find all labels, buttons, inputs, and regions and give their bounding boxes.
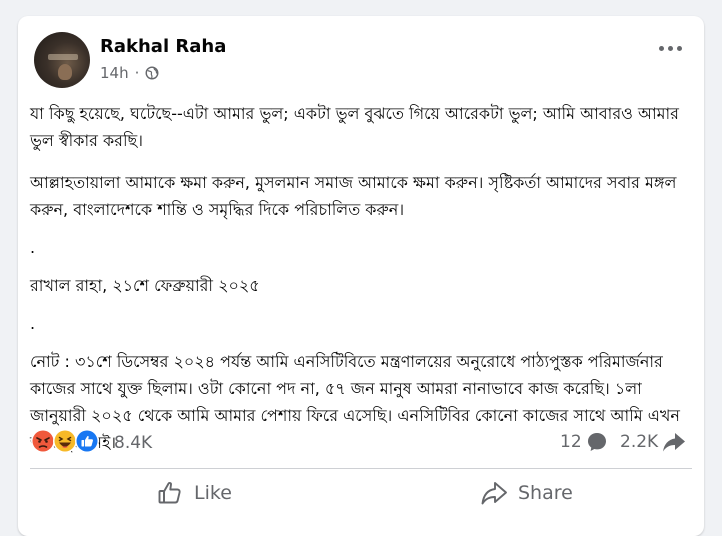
post-paragraph: যা কিছু হয়েছে, ঘটেছে--এটা আমার ভুল; একট…	[30, 104, 679, 150]
reaction-icons[interactable]	[30, 428, 99, 454]
divider	[30, 468, 692, 469]
post-paragraph: আল্লাহতায়ালা আমাকে ক্ষমা করুন, মুসলমান …	[30, 173, 677, 219]
more-options-icon[interactable]	[659, 46, 682, 51]
post-body: যা কিছু হয়েছে, ঘটেছে--এটা আমার ভুল; একট…	[30, 100, 692, 471]
share-icon	[481, 482, 507, 505]
share-count-label: 2.2K	[620, 432, 659, 452]
share-button-label: Share	[518, 482, 573, 504]
post-actions: Like Share	[30, 472, 692, 514]
share-button[interactable]: Share	[480, 472, 573, 514]
post-paragraph: .	[30, 314, 36, 333]
post-card: Rakhal Raha 14h · যা কিছু হয়েছে, ঘটেছে-…	[18, 16, 704, 536]
comment-count-label: 12	[560, 432, 582, 452]
comment-count[interactable]: 12	[560, 431, 608, 453]
post-paragraph: রাখাল রাহা, ২১শে ফেব্রুয়ারী ২০২৫	[30, 276, 260, 295]
post-paragraph: .	[30, 238, 36, 257]
like-reaction-icon	[75, 429, 99, 453]
post-meta: 14h ·	[100, 64, 159, 82]
like-button-label: Like	[194, 482, 232, 504]
reaction-count[interactable]: 8.4K	[114, 433, 152, 453]
post-author[interactable]: Rakhal Raha	[100, 36, 226, 57]
like-button[interactable]: Like	[156, 472, 232, 514]
thumbs-up-icon	[158, 481, 181, 504]
globe-icon[interactable]	[145, 66, 159, 80]
comment-icon	[587, 433, 606, 451]
post-stats: 8.4K 12 2.2K	[30, 426, 692, 460]
share-arrow-icon	[663, 433, 686, 452]
avatar[interactable]	[34, 32, 90, 88]
post-time[interactable]: 14h	[100, 64, 129, 82]
share-count[interactable]: 2.2K	[620, 431, 686, 453]
